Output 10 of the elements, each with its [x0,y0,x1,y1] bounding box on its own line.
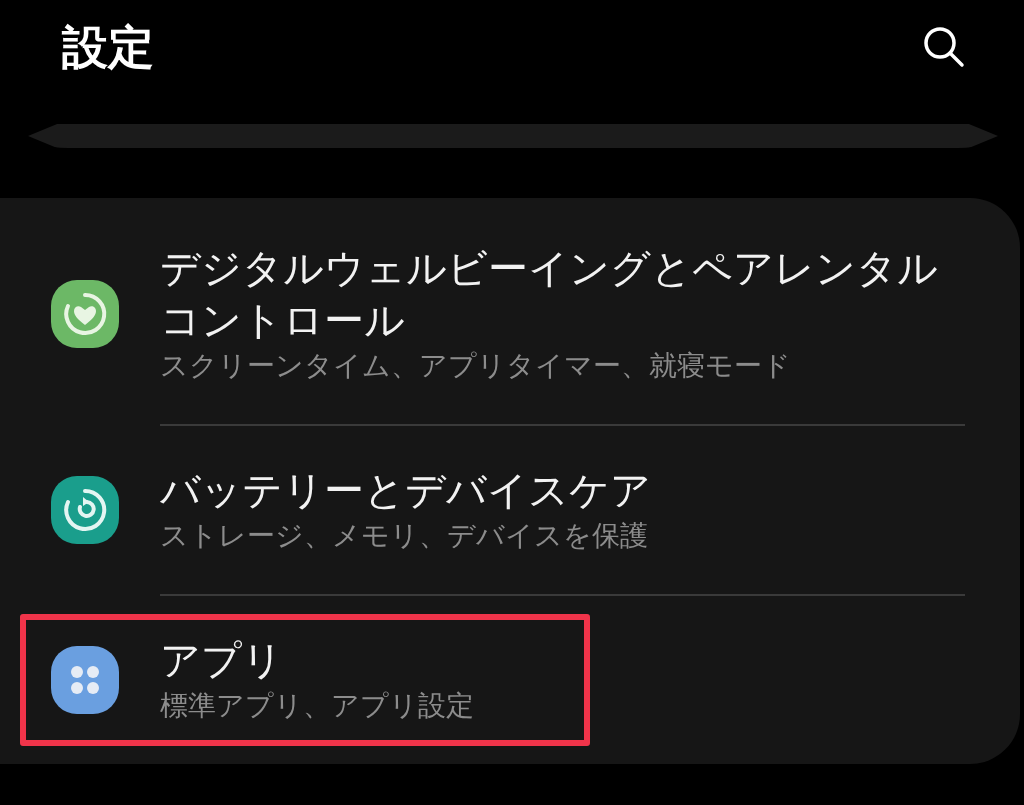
item-title: アプリ [160,636,284,685]
item-title: バッテリーとデバイスケア [160,466,652,515]
settings-item[interactable]: アプリ 標準アプリ、アプリ設定 [20,614,590,746]
settings-item[interactable]: バッテリーとデバイスケア ストレージ、メモリ、デバイスを保護 [20,444,956,576]
page-title: 設定 [62,19,154,76]
settings-item[interactable]: デジタルウェルビーイングとペアレンタルコントロール スクリーンタイム、アプリタイマー、就寝モード [20,222,956,406]
item-subtitle: ストレージ、メモリ、デバイスを保護 [160,518,649,554]
item-subtitle: 標準アプリ、アプリ設定 [160,688,474,724]
item-subtitle: スクリーンタイム、アプリタイマー、就寝モード [160,348,792,384]
item-title: デジタルウェルビーイングとペアレンタルコントロール [160,244,939,345]
